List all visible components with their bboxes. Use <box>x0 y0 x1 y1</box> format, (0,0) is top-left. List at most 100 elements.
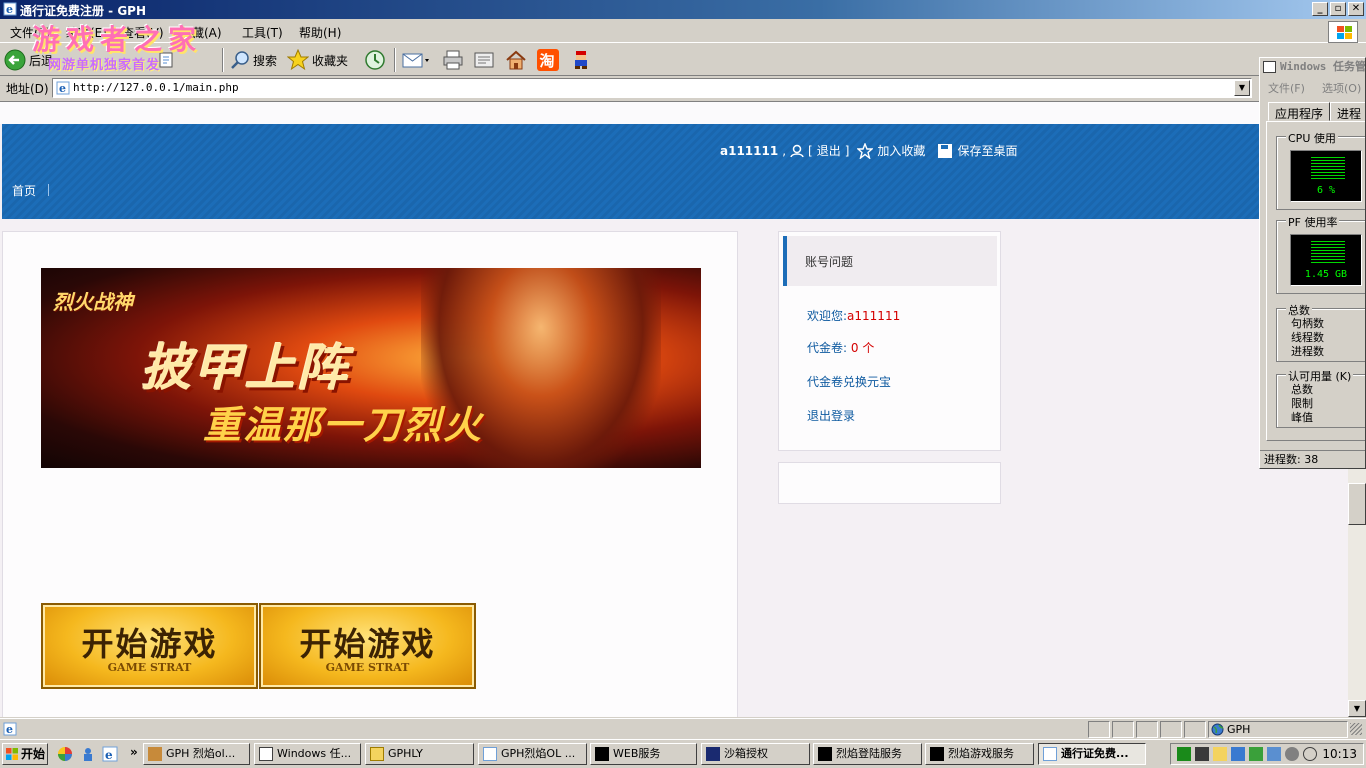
tray-monitor-icon[interactable] <box>1231 747 1245 761</box>
watermark-logo: 游戏者之家 网游单机独家首发 <box>8 18 248 78</box>
task-gph-ol-2[interactable]: GPH烈焰OL ... <box>478 743 587 765</box>
voucher-exchange-link[interactable]: 代金卷兑换元宝 <box>807 373 891 390</box>
start-game-button-2[interactable]: 开始游戏 GAME STRAT <box>259 603 476 689</box>
task-login-service[interactable]: 烈焰登陆服务 <box>813 743 922 765</box>
ie-app-icon <box>1043 747 1057 761</box>
task-web-service[interactable]: WEB服务 <box>590 743 697 765</box>
site-top-strip <box>0 102 1348 124</box>
game-banner[interactable]: 烈火战神 披甲上阵 重温那一刀烈火 <box>41 268 701 468</box>
task-manager-window[interactable]: Windows 任务管理器 文件(F) 选项(O) 应用程序 进程 CPU 使用… <box>1259 57 1366 469</box>
more-quicklaunch-button[interactable]: » <box>130 745 138 759</box>
taobao-button[interactable]: 淘 <box>536 48 560 72</box>
user-bar: a111111 , [ 退出 ] 加入收藏 保存至桌面 <box>720 142 1017 159</box>
edit-button[interactable] <box>473 48 495 72</box>
history-button[interactable] <box>364 48 386 72</box>
mario-icon <box>575 51 587 69</box>
mario-button[interactable] <box>570 48 592 72</box>
status-cell <box>1088 721 1110 738</box>
task-label: WEB服务 <box>613 747 661 760</box>
address-box[interactable]: e ▼ <box>52 78 1252 98</box>
site-header: a111111 , [ 退出 ] 加入收藏 保存至桌面 首页 <box>2 124 1348 219</box>
account-heading-text: 账号问题 <box>805 255 854 269</box>
tray-clock-icon[interactable] <box>1303 747 1317 761</box>
account-panel: 账号问题 欢迎您:a111111 代金卷: 0 个 代金卷兑换元宝 退出登录 <box>778 231 1001 451</box>
pf-value: 1.45 GB <box>1304 269 1348 280</box>
voucher-label: 代金卷: <box>807 341 848 355</box>
ie-app-icon <box>483 747 497 761</box>
game-app-icon <box>148 747 162 761</box>
logout-login-link[interactable]: 退出登录 <box>807 407 855 424</box>
address-dropdown-button[interactable]: ▼ <box>1234 80 1250 96</box>
tray-shield-icon[interactable] <box>1249 747 1263 761</box>
task-game-service[interactable]: 烈焰游戏服务 <box>925 743 1034 765</box>
tm-menu-options[interactable]: 选项(O) <box>1322 80 1361 96</box>
logout-bracket-close: ] <box>844 143 850 158</box>
star-icon <box>287 49 309 71</box>
scroll-down-button[interactable]: ▼ <box>1348 700 1366 717</box>
cpu-meter-bars <box>1311 157 1345 179</box>
star-outline-icon <box>857 142 874 159</box>
logout-bracket-open: [ <box>808 143 813 158</box>
taskmgr-app-icon <box>259 747 273 761</box>
cpu-label: CPU 使用 <box>1286 130 1338 146</box>
add-favorite-link[interactable]: 加入收藏 <box>877 142 925 159</box>
resize-grip[interactable] <box>1350 723 1362 735</box>
start-game-button[interactable]: 开始游戏 GAME STRAT <box>41 603 258 689</box>
clock[interactable]: 10:13 <box>1322 747 1357 761</box>
tm-tab-processes[interactable]: 进程 <box>1330 102 1365 121</box>
address-bar: 地址(D) e ▼ <box>0 77 1260 99</box>
print-button[interactable] <box>442 48 464 72</box>
username: a111111 <box>720 143 779 158</box>
start-game-label: 开始游戏 <box>299 625 436 663</box>
globe-icon <box>1211 723 1224 736</box>
menu-help[interactable]: 帮助(H) <box>299 24 341 41</box>
minimize-button[interactable]: _ <box>1312 2 1328 16</box>
menu-tools[interactable]: 工具(T) <box>242 24 283 41</box>
task-label: 烈焰游戏服务 <box>948 747 1014 760</box>
start-game-sublabel: GAME STRAT <box>325 661 410 674</box>
mail-button[interactable] <box>402 48 430 72</box>
home-button[interactable] <box>505 48 527 72</box>
task-label: 沙箱授权 <box>724 747 768 760</box>
tray-app-icon[interactable] <box>1177 747 1191 761</box>
task-label: 通行证免费... <box>1061 747 1129 760</box>
tray-folder-icon[interactable] <box>1213 747 1227 761</box>
search-label: 搜索 <box>253 53 278 68</box>
task-register-page[interactable]: 通行证免费... <box>1038 743 1146 765</box>
sandbox-app-icon <box>706 747 720 761</box>
url-input[interactable] <box>73 81 1223 94</box>
tray-computer-icon[interactable] <box>1267 747 1281 761</box>
task-gph-ol[interactable]: GPH 烈焰ol... <box>143 743 250 765</box>
user-icon <box>790 144 804 157</box>
task-label: 烈焰登陆服务 <box>836 747 902 760</box>
color-wheel-icon[interactable] <box>57 746 73 762</box>
task-sandbox-auth[interactable]: 沙箱授权 <box>701 743 810 765</box>
save-desktop-link[interactable]: 保存至桌面 <box>957 142 1017 159</box>
task-manager-title-bar[interactable]: Windows 任务管理器 <box>1260 58 1365 76</box>
favorites-button[interactable]: 收藏夹 <box>287 48 348 72</box>
task-windows-taskmgr[interactable]: Windows 任... <box>254 743 361 765</box>
scroll-thumb[interactable] <box>1348 483 1366 525</box>
printer-icon <box>443 50 463 70</box>
pf-meter-bars <box>1311 241 1345 263</box>
console-icon <box>595 747 609 761</box>
tm-menu-file[interactable]: 文件(F) <box>1268 80 1305 96</box>
maximize-button[interactable]: ▫ <box>1330 2 1346 16</box>
page-viewport: a111111 , [ 退出 ] 加入收藏 保存至桌面 首页 烈火战神 披甲上阵… <box>0 101 1348 717</box>
start-button[interactable]: 开始 <box>2 743 48 765</box>
ie-quicklaunch-icon[interactable]: e <box>102 746 118 762</box>
banner-game-logo: 烈火战神 <box>53 290 133 314</box>
tray-network-icon[interactable] <box>1195 747 1209 761</box>
tray-speaker-icon[interactable] <box>1285 747 1299 761</box>
nav-home-link[interactable]: 首页 <box>12 182 36 199</box>
task-label: GPHLY <box>388 747 423 760</box>
task-label: GPH 烈焰ol... <box>166 747 236 760</box>
logout-link[interactable]: 退出 <box>817 142 841 159</box>
window-title: 通行证免费注册 - GPH <box>20 4 147 18</box>
close-button[interactable]: ✕ <box>1348 2 1364 16</box>
taskbar: 开始 e » GPH 烈焰ol... Windows 任... GPHLY GP… <box>0 739 1366 768</box>
tm-tab-applications[interactable]: 应用程序 <box>1268 102 1331 121</box>
user-manager-icon[interactable] <box>80 746 96 762</box>
status-cell <box>1184 721 1206 738</box>
task-gphly-folder[interactable]: GPHLY <box>365 743 474 765</box>
